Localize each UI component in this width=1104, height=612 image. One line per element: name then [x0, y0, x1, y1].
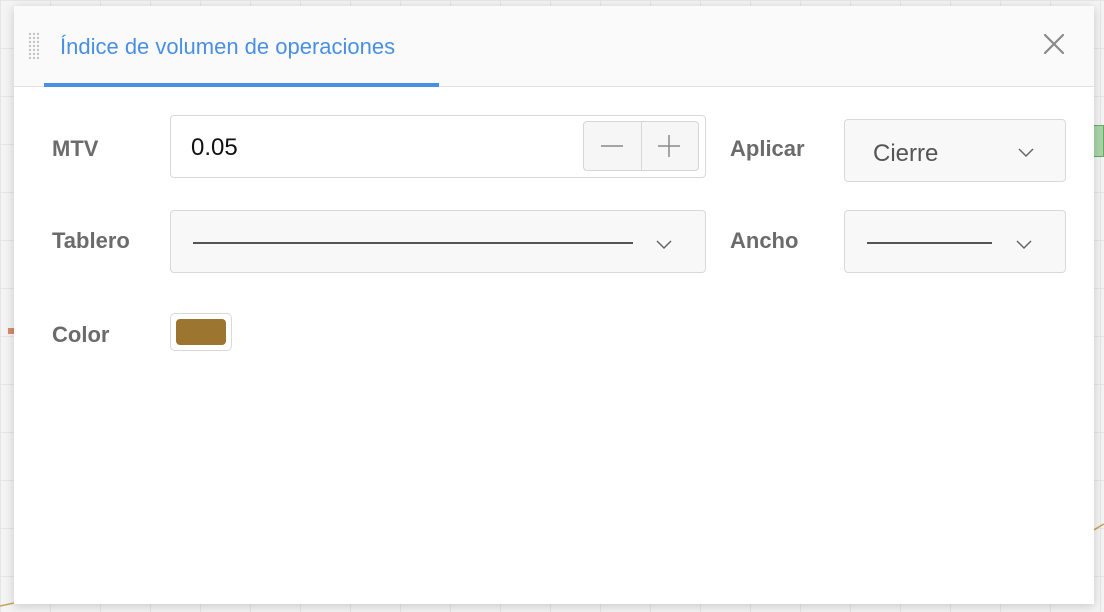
line-style-preview: [193, 242, 633, 244]
aplicar-select[interactable]: Cierre: [844, 119, 1066, 182]
line-width-preview: [867, 242, 992, 244]
color-picker-button[interactable]: [170, 313, 232, 351]
close-icon[interactable]: [1042, 32, 1066, 56]
chevron-down-icon: [656, 240, 672, 250]
dialog-title: Índice de volumen de operaciones: [60, 34, 396, 59]
aplicar-label: Aplicar: [730, 136, 805, 161]
mtv-stepper: [583, 121, 699, 171]
chevron-down-icon: [1018, 148, 1034, 158]
color-label: Color: [52, 322, 110, 347]
decrement-button[interactable]: [584, 122, 642, 170]
drag-handle-icon[interactable]: [28, 32, 40, 60]
increment-button[interactable]: [641, 122, 698, 170]
color-swatch: [176, 319, 226, 345]
aplicar-selected-value: Cierre: [873, 140, 939, 167]
mtv-label: MTV: [52, 136, 99, 161]
ancho-select[interactable]: [844, 210, 1066, 273]
ancho-label: Ancho: [730, 228, 799, 253]
dialog-header: Índice de volumen de operaciones: [14, 6, 1094, 87]
indicator-settings-dialog: Índice de volumen de operaciones MTV Apl…: [14, 6, 1094, 604]
mtv-input[interactable]: [191, 134, 571, 162]
plus-icon: [658, 135, 680, 157]
minus-icon: [601, 145, 623, 147]
tablero-select[interactable]: [170, 210, 706, 273]
mtv-input-box: [170, 115, 706, 178]
active-tab-indicator: [44, 83, 439, 87]
tablero-label: Tablero: [52, 228, 130, 253]
chevron-down-icon: [1016, 240, 1032, 250]
